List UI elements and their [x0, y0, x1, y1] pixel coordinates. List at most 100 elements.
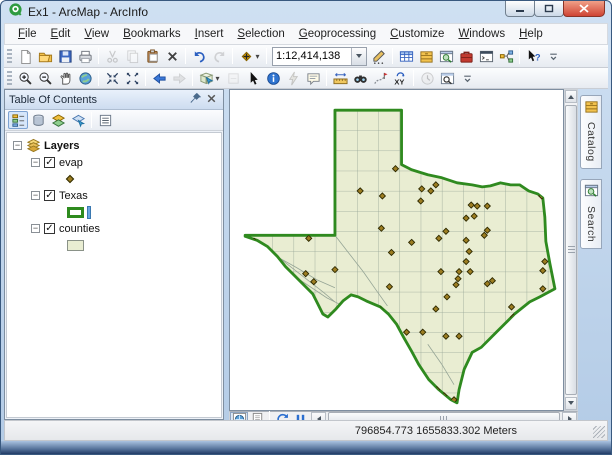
create-viewer-window-button[interactable]: [437, 69, 457, 88]
toolbar-separator: [519, 48, 520, 64]
editor-toolbar-button[interactable]: [369, 47, 389, 66]
measure-button[interactable]: [330, 69, 350, 88]
list-selection-icon: [71, 113, 86, 128]
maximize-button[interactable]: [534, 1, 564, 17]
map-scale-dropdown-button[interactable]: [351, 48, 366, 65]
outline-symbol[interactable]: [67, 207, 84, 218]
toc-options-button[interactable]: [95, 111, 115, 129]
layer-label[interactable]: evap: [59, 157, 83, 169]
save-button[interactable]: [55, 47, 75, 66]
menu-insert[interactable]: Insert: [188, 26, 231, 42]
catalog-window-button[interactable]: [416, 47, 436, 66]
zoom-out-button[interactable]: [35, 69, 55, 88]
toolbar-options-button[interactable]: [457, 69, 477, 88]
delete-x-icon: [165, 49, 180, 64]
collapse-icon[interactable]: −: [31, 224, 40, 233]
layer-visibility-checkbox[interactable]: ✓: [44, 157, 55, 168]
toc-close-button[interactable]: [203, 92, 219, 108]
python-window-button[interactable]: [476, 47, 496, 66]
down-arrow-icon: [568, 401, 574, 405]
vertical-scroll-thumb[interactable]: [565, 105, 577, 395]
list-by-drawing-order-button[interactable]: [8, 111, 28, 129]
search-tab[interactable]: Search: [580, 179, 602, 249]
close-icon: [204, 91, 219, 109]
full-extent-button[interactable]: [75, 69, 95, 88]
zoom-in-button[interactable]: [15, 69, 35, 88]
menu-edit[interactable]: Edit: [44, 26, 78, 42]
layer-label[interactable]: Texas: [59, 190, 88, 202]
find-route-icon: [373, 71, 388, 86]
time-slider-icon: [420, 71, 435, 86]
measure-icon: [333, 71, 348, 86]
fixed-zoom-in-button[interactable]: [102, 69, 122, 88]
toolbar-options-button[interactable]: [543, 47, 563, 66]
add-data-button[interactable]: ▾: [236, 47, 263, 66]
identify-button[interactable]: [263, 69, 283, 88]
go-to-xy-button[interactable]: XY: [390, 69, 410, 88]
list-by-selection-button[interactable]: [68, 111, 88, 129]
chevron-down-icon: ▾: [255, 52, 259, 61]
toolbar-separator: [392, 48, 393, 64]
new-map-file-button[interactable]: [15, 47, 35, 66]
list-by-source-button[interactable]: [28, 111, 48, 129]
vertical-scroll-track[interactable]: [565, 103, 577, 397]
map-scale-input[interactable]: [273, 49, 351, 64]
select-features-button[interactable]: ▾: [196, 69, 223, 88]
whats-this-help-button[interactable]: ?: [523, 47, 543, 66]
arctoolbox-window-button[interactable]: [456, 47, 476, 66]
collapse-icon[interactable]: −: [13, 141, 22, 150]
menu-help[interactable]: Help: [512, 26, 550, 42]
search-window-icon: [439, 49, 454, 64]
line-symbol[interactable]: [87, 206, 91, 219]
menu-geoprocessing[interactable]: Geoprocessing: [292, 26, 383, 42]
toc-pin-button[interactable]: [187, 92, 203, 108]
delete-button[interactable]: [162, 47, 182, 66]
html-popup-button[interactable]: [303, 69, 323, 88]
fixed-zoom-out-button[interactable]: [122, 69, 142, 88]
map-canvas[interactable]: [229, 89, 564, 411]
menu-windows[interactable]: Windows: [451, 26, 512, 42]
print-button[interactable]: [75, 47, 95, 66]
menu-view[interactable]: View: [77, 26, 116, 42]
layer-label[interactable]: Layers: [44, 140, 79, 152]
layer-visibility-checkbox[interactable]: ✓: [44, 190, 55, 201]
table-of-contents-window-button[interactable]: [396, 47, 416, 66]
modelbuilder-window-button[interactable]: [496, 47, 516, 66]
layer-label[interactable]: counties: [59, 223, 100, 235]
pan-button[interactable]: [55, 69, 75, 88]
toolbar-grip[interactable]: [7, 49, 12, 64]
close-button[interactable]: [563, 1, 605, 17]
collapse-icon[interactable]: −: [31, 191, 40, 200]
print-icon: [78, 49, 93, 64]
paste-button[interactable]: [142, 47, 162, 66]
catalog-tab[interactable]: Catalog: [580, 95, 602, 169]
go-back-to-previous-extent-button[interactable]: [149, 69, 169, 88]
toc-layers-node: − Layers: [7, 137, 221, 154]
find-route-button[interactable]: [370, 69, 390, 88]
find-button[interactable]: [350, 69, 370, 88]
open-button[interactable]: [35, 47, 55, 66]
fill-symbol[interactable]: [67, 240, 84, 251]
search-window-button[interactable]: [436, 47, 456, 66]
map-vertical-scrollbar[interactable]: [564, 89, 578, 411]
scroll-down-button[interactable]: [565, 397, 577, 410]
resize-grip[interactable]: [593, 426, 605, 438]
toolbar-grip[interactable]: [7, 71, 12, 86]
layers-stack-icon: [26, 138, 41, 153]
list-by-visibility-button[interactable]: [48, 111, 68, 129]
toc-title: Table Of Contents: [9, 94, 187, 106]
minimize-button[interactable]: [505, 1, 535, 17]
toc-options-icon: [98, 113, 113, 128]
arcmap-window: Ex1 - ArcMap - ArcInfo FileEditViewBookm…: [0, 0, 612, 455]
counties-layer: [230, 90, 563, 410]
undo-button[interactable]: [189, 47, 209, 66]
menu-file[interactable]: File: [11, 26, 44, 42]
menu-selection[interactable]: Selection: [230, 26, 291, 42]
collapse-icon[interactable]: −: [31, 158, 40, 167]
menu-bookmarks[interactable]: Bookmarks: [116, 26, 188, 42]
layer-visibility-checkbox[interactable]: ✓: [44, 223, 55, 234]
point-symbol[interactable]: [66, 175, 74, 183]
scroll-up-button[interactable]: [565, 90, 577, 103]
select-elements-button[interactable]: [243, 69, 263, 88]
menu-customize[interactable]: Customize: [383, 26, 451, 42]
